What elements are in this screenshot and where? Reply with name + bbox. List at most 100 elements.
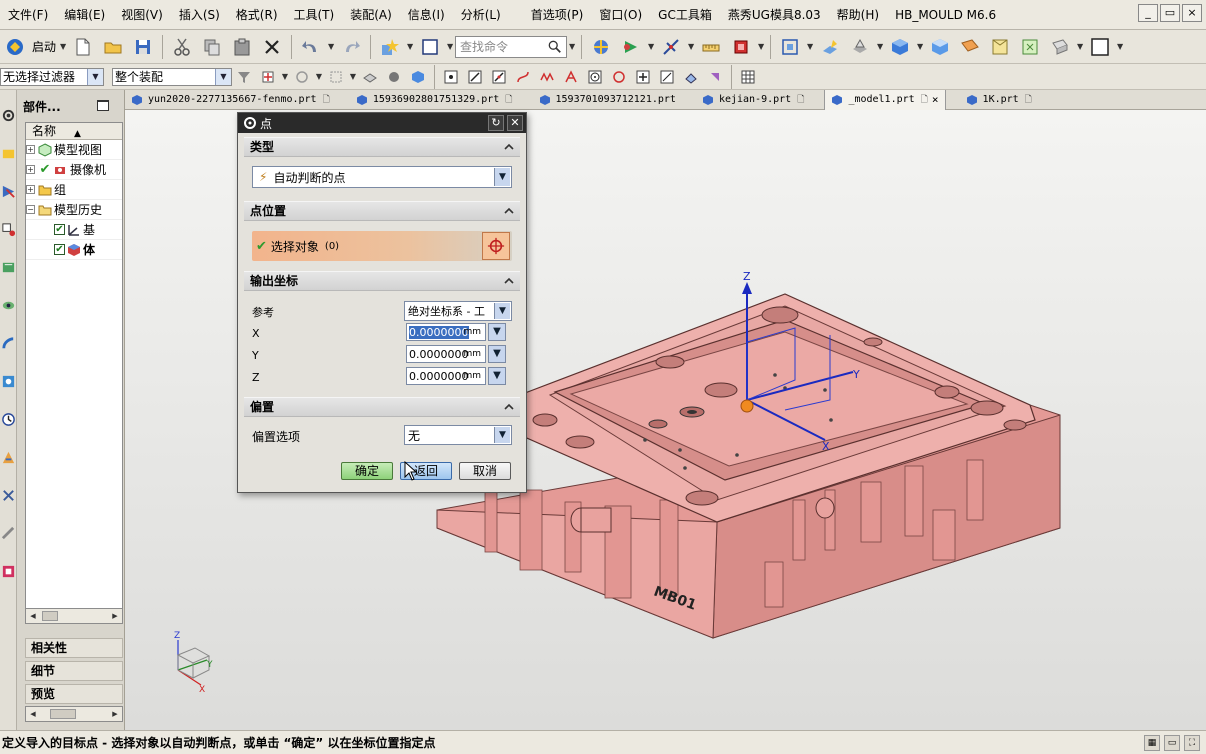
chevron-up-icon[interactable] xyxy=(504,276,514,286)
output-section-header[interactable]: 输出坐标 xyxy=(244,271,520,291)
expand-icon[interactable]: + xyxy=(26,165,35,174)
tab-15936902801751329[interactable]: 15936902801751329.prt 🗋 xyxy=(350,90,519,110)
grid-status-icon[interactable]: ▦ xyxy=(1144,735,1160,751)
menu-help[interactable]: 帮助(H) xyxy=(829,0,887,30)
chevron-up-icon[interactable] xyxy=(504,206,514,216)
cancel-button[interactable]: 取消 xyxy=(459,462,511,480)
measure-icon[interactable] xyxy=(588,34,614,60)
clock-icon[interactable] xyxy=(0,406,17,432)
point-constructor-button[interactable] xyxy=(482,232,510,260)
section-preview[interactable]: 预览 xyxy=(25,684,123,704)
box-green-icon[interactable] xyxy=(1017,34,1043,60)
y-options-icon[interactable]: ▼ xyxy=(488,345,506,363)
gear-icon[interactable] xyxy=(242,115,258,131)
origin-point-marker[interactable] xyxy=(740,399,754,413)
expand-icon[interactable]: + xyxy=(26,185,35,194)
grid-icon[interactable] xyxy=(738,67,758,87)
scroll-right-icon[interactable]: ▶ xyxy=(108,707,122,721)
dialog-title-bar[interactable]: 点 ↻ ✕ xyxy=(238,113,526,133)
scroll-right-icon[interactable]: ▶ xyxy=(108,609,122,623)
tab-kejian-9[interactable]: kejian-9.prt 🗋 xyxy=(696,90,811,110)
chevron-down-icon[interactable]: ▼ xyxy=(494,427,510,443)
z-input[interactable]: 0.0000000 mm xyxy=(406,367,486,385)
tree-item-cameras[interactable]: + ✔ 摄像机 xyxy=(26,160,122,180)
snap-existing-point-icon[interactable] xyxy=(633,67,653,87)
box-yellow-icon[interactable] xyxy=(987,34,1013,60)
fit-view-dropdown-icon[interactable]: ▼ xyxy=(805,42,815,51)
type-section-header[interactable]: 类型 xyxy=(244,137,520,157)
command-finder-icon[interactable] xyxy=(377,34,403,60)
y-input[interactable]: 0.0000000 mm xyxy=(406,345,486,363)
menu-file[interactable]: 文件(F) xyxy=(0,0,56,30)
model-dropdown-icon[interactable]: ▼ xyxy=(756,42,766,51)
render-style-icon[interactable] xyxy=(847,34,873,60)
copy-icon[interactable] xyxy=(199,34,225,60)
snap-spline-icon[interactable] xyxy=(537,67,557,87)
start-dropdown-icon[interactable]: ▼ xyxy=(58,42,68,51)
expand-icon[interactable]: + xyxy=(26,145,35,154)
type-filter-select[interactable]: 无选择过滤器 ▼ xyxy=(0,67,104,86)
visualization-icon[interactable] xyxy=(0,292,17,318)
snap-point-icon[interactable] xyxy=(258,67,278,87)
snap-line-icon[interactable] xyxy=(465,67,485,87)
select-solid-icon[interactable] xyxy=(384,67,404,87)
maximize-panel-icon[interactable] xyxy=(97,100,109,111)
assembly-navigator-icon[interactable] xyxy=(0,140,17,166)
palette-icon[interactable] xyxy=(0,444,17,470)
search-dropdown-icon[interactable]: ▼ xyxy=(567,42,577,51)
section-dropdown-icon[interactable]: ▼ xyxy=(1075,42,1085,51)
menu-view[interactable]: 视图(V) xyxy=(113,0,171,30)
play-motion-icon[interactable] xyxy=(618,34,644,60)
redo-icon[interactable] xyxy=(338,34,364,60)
select-component-icon[interactable] xyxy=(408,67,428,87)
tree-item-datum[interactable]: ✔ 基 xyxy=(26,220,122,240)
tree-item-body[interactable]: ✔ 体 xyxy=(26,240,122,260)
fit-view-icon[interactable] xyxy=(777,34,803,60)
new-file-icon[interactable] xyxy=(70,34,96,60)
filter-settings-icon[interactable] xyxy=(234,67,254,87)
z-options-icon[interactable]: ▼ xyxy=(488,367,506,385)
tree-item-model-history[interactable]: − 模型历史 xyxy=(26,200,122,220)
select-body-dropdown-icon[interactable]: ▼ xyxy=(348,72,358,81)
menu-window[interactable]: 窗口(O) xyxy=(591,0,650,30)
tab-close-icon[interactable]: × xyxy=(932,93,939,106)
sketch-dropdown-icon[interactable]: ▼ xyxy=(445,42,455,51)
scroll-thumb[interactable] xyxy=(50,709,76,719)
chevron-down-icon[interactable]: ▼ xyxy=(494,168,510,186)
visibility-checkbox[interactable]: ✔ xyxy=(54,244,65,255)
snap-bounded-icon[interactable] xyxy=(705,67,725,87)
system-scene-icon[interactable] xyxy=(0,558,17,584)
section-details[interactable]: 细节 xyxy=(25,661,123,681)
scroll-left-icon[interactable]: ◀ xyxy=(26,707,40,721)
snap-intersection-icon[interactable] xyxy=(561,67,581,87)
panel-horizontal-scrollbar[interactable]: ◀ ▶ xyxy=(25,706,123,722)
sketch-rectangle-icon[interactable] xyxy=(417,34,443,60)
ok-button[interactable]: 确定 xyxy=(341,462,393,480)
background-icon[interactable] xyxy=(1087,34,1113,60)
web-browser-icon[interactable] xyxy=(0,330,17,356)
save-icon[interactable] xyxy=(130,34,156,60)
menu-preferences[interactable]: 首选项(P) xyxy=(523,0,592,30)
full-screen-icon[interactable]: ⛶ xyxy=(1184,735,1200,751)
snap-grid-icon[interactable] xyxy=(658,34,684,60)
layout-status-icon[interactable]: ▭ xyxy=(1164,735,1180,751)
shaded-cube-icon[interactable] xyxy=(887,34,913,60)
reference-select[interactable]: 绝对坐标系 - 工 ▼ xyxy=(404,301,512,321)
snap-center-icon[interactable] xyxy=(585,67,605,87)
background-dropdown-icon[interactable]: ▼ xyxy=(1115,42,1125,51)
constraint-navigator-icon[interactable] xyxy=(0,178,17,204)
x-options-icon[interactable]: ▼ xyxy=(488,323,506,341)
name-column-header[interactable]: 名称 ▲ xyxy=(26,123,122,140)
menu-tools[interactable]: 工具(T) xyxy=(286,0,343,30)
gear-icon[interactable] xyxy=(0,102,17,128)
chevron-up-icon[interactable] xyxy=(504,402,514,412)
chevron-up-icon[interactable] xyxy=(504,142,514,152)
offset-option-select[interactable]: 无 ▼ xyxy=(404,425,512,445)
snap-quadrant-icon[interactable] xyxy=(609,67,629,87)
undo-icon[interactable] xyxy=(298,34,324,60)
select-feature-dropdown-icon[interactable]: ▼ xyxy=(314,72,324,81)
part-navigator-icon[interactable] xyxy=(0,216,17,242)
section-dependencies[interactable]: 相关性 xyxy=(25,638,123,658)
start-label[interactable]: 启动 xyxy=(32,38,56,55)
point-type-select[interactable]: ⚡ 自动判断的点 ▼ xyxy=(252,166,512,188)
